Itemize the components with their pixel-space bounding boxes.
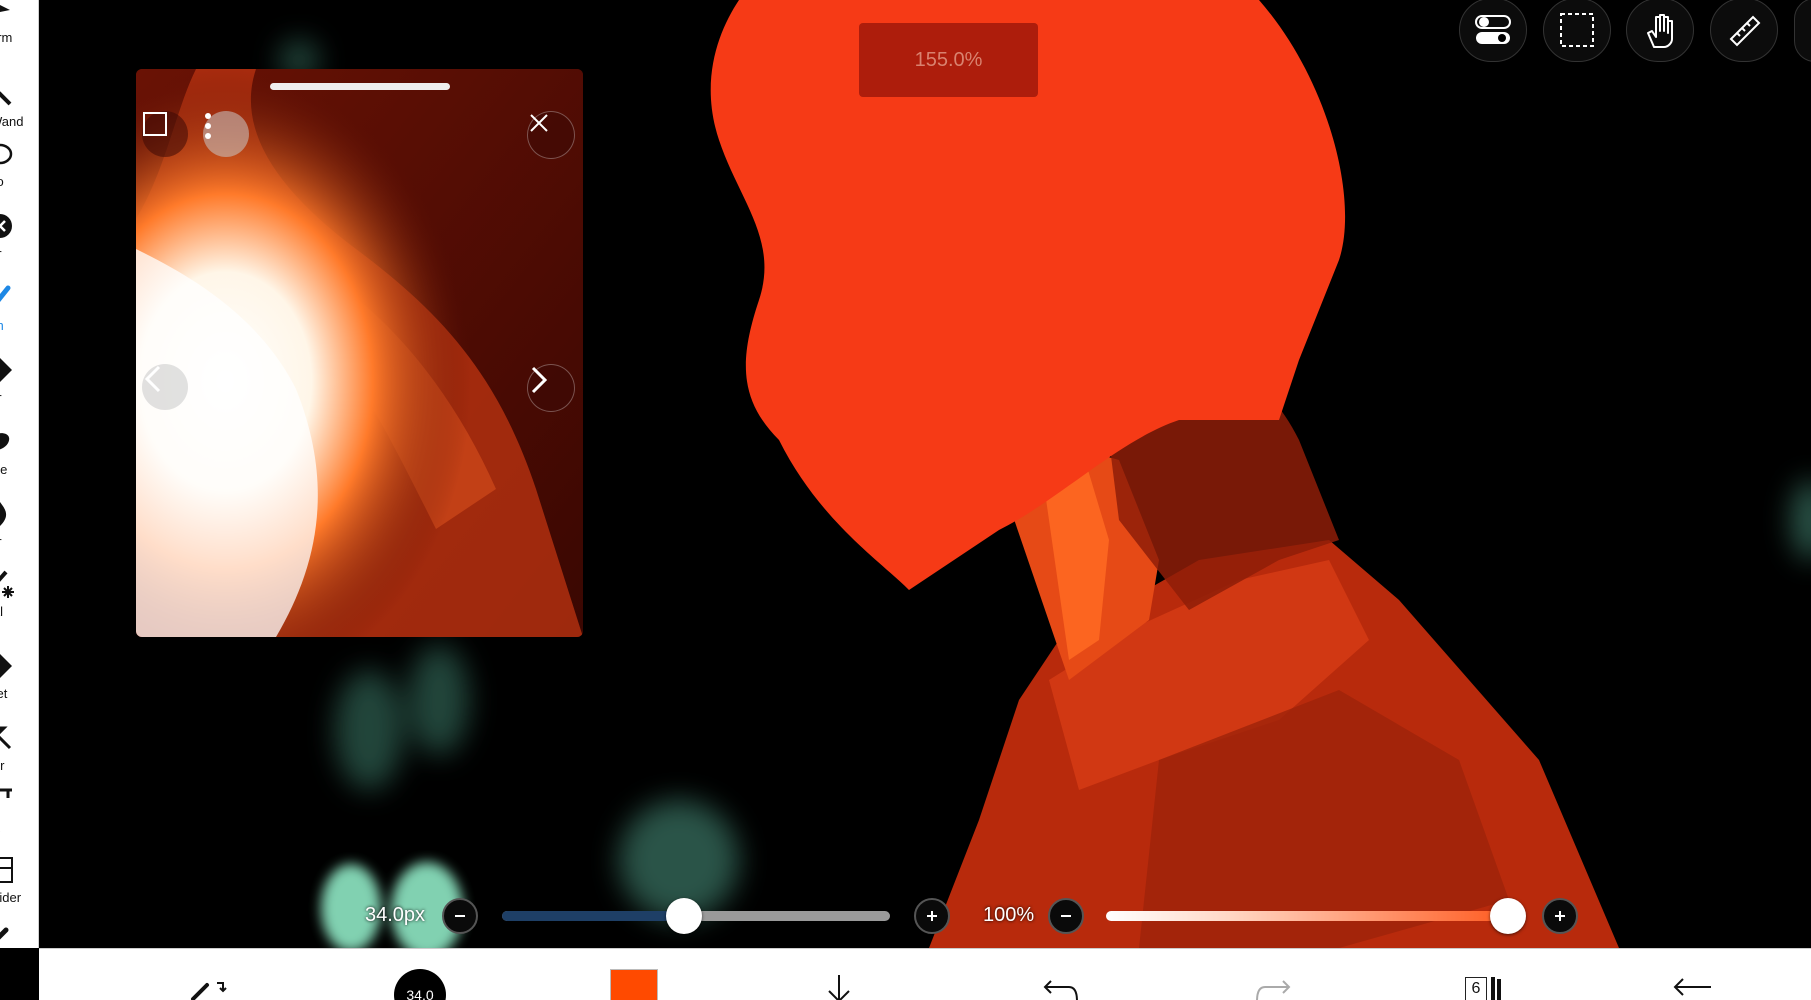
tool-eyedropper[interactable]: lor xyxy=(0,720,38,780)
reference-window[interactable] xyxy=(136,69,583,637)
hand-button[interactable] xyxy=(1626,0,1694,62)
brush-size-decrease-button[interactable] xyxy=(442,898,478,934)
frame-divider-icon xyxy=(0,857,13,883)
download-button[interactable] xyxy=(819,949,859,1000)
tool-eraser[interactable]: er xyxy=(0,352,38,412)
brush-size-button[interactable]: 34.0 xyxy=(392,949,448,1000)
brush-size-fill xyxy=(502,911,684,921)
tool-transform[interactable]: orm xyxy=(0,0,38,52)
redo-icon xyxy=(1256,980,1291,1000)
text-icon xyxy=(0,788,12,798)
selection-icon xyxy=(1560,13,1594,47)
tool-sidebar: orm Wand so er sh er lge ur xyxy=(0,0,39,948)
tool-label: ur xyxy=(0,534,38,549)
close-icon xyxy=(530,114,548,132)
brush-size-label: 34.0px xyxy=(365,904,426,926)
undo-icon xyxy=(1043,980,1078,1000)
undo-button[interactable] xyxy=(1039,949,1083,1000)
zoom-level: 155.0% xyxy=(914,48,983,71)
minus-icon xyxy=(1061,915,1071,917)
magic-wand-icon xyxy=(0,91,12,106)
tool-brush[interactable]: sh xyxy=(0,280,38,340)
opacity-label: 100% xyxy=(983,904,1035,926)
back-button[interactable] xyxy=(1669,949,1717,1000)
bucket-icon xyxy=(0,654,12,678)
transform-icon xyxy=(0,5,10,12)
fullscreen-button[interactable] xyxy=(142,111,188,157)
tool-lasso[interactable]: so xyxy=(0,136,38,196)
tool-bucket[interactable]: cet xyxy=(0,648,38,708)
smudge-icon xyxy=(0,433,10,450)
eyedropper-icon xyxy=(0,927,9,940)
lasso-icon xyxy=(0,143,13,165)
tool-label: orm xyxy=(0,30,13,45)
brush-size-icon: 34.0 xyxy=(394,969,446,1000)
bottom-toolbar: 34.0 6 xyxy=(39,948,1811,1000)
ruler-icon xyxy=(1729,15,1761,47)
back-icon xyxy=(1673,978,1711,996)
tool-label: er xyxy=(0,390,38,405)
download-icon xyxy=(828,975,850,1000)
tool-label: sh xyxy=(0,318,38,333)
zoom-indicator: 155.0% xyxy=(859,23,1038,97)
tool-blur[interactable]: ur xyxy=(0,496,38,556)
prev-icon xyxy=(144,365,161,393)
reference-menu-button[interactable] xyxy=(203,111,249,157)
tool-frame-divider[interactable]: ivider xyxy=(0,852,38,912)
redo-button[interactable] xyxy=(1251,949,1295,1000)
minus-icon xyxy=(455,915,465,917)
brush-swap-icon xyxy=(191,982,227,1000)
next-reference-button[interactable] xyxy=(527,364,575,412)
tool-label: lor xyxy=(0,758,5,773)
special-icon xyxy=(0,570,14,598)
toggle-icon xyxy=(1475,15,1511,44)
tool-label: er xyxy=(0,246,38,261)
opacity-decrease-button[interactable] xyxy=(1048,898,1084,934)
tool-text[interactable]: xt xyxy=(0,782,38,842)
tool-label: so xyxy=(0,174,38,189)
tool-label: cet xyxy=(0,686,8,701)
tool-eyedropper-2[interactable]: pper xyxy=(0,922,38,948)
eraser-icon xyxy=(0,358,12,382)
tool-smudge[interactable]: lge xyxy=(0,424,38,484)
tool-label: lge xyxy=(0,462,8,477)
tool-special[interactable]: ial xyxy=(0,566,38,626)
tool-label: ivider xyxy=(0,890,22,905)
opacity-increase-button[interactable] xyxy=(1542,898,1578,934)
more-icon xyxy=(205,113,211,139)
next-icon xyxy=(531,366,548,394)
reference-drag-handle[interactable] xyxy=(270,83,450,90)
tool-magic-wand[interactable]: Wand xyxy=(0,76,38,136)
ruler-button[interactable] xyxy=(1710,0,1778,62)
brush-icon xyxy=(0,285,11,303)
app-window: orm Wand so er sh er lge ur xyxy=(0,0,1811,1000)
plus-icon xyxy=(927,911,937,921)
tool-filter[interactable]: er xyxy=(0,208,38,268)
brush-swap-button[interactable] xyxy=(185,949,233,1000)
square-icon xyxy=(143,112,167,136)
brush-size-increase-button[interactable] xyxy=(914,898,950,934)
tool-label: xt xyxy=(0,820,38,835)
tool-label: Wand xyxy=(0,114,24,129)
eyedropper-icon xyxy=(0,726,12,750)
color-swatch[interactable] xyxy=(610,969,658,1000)
brush-size-preview: 34.0 xyxy=(406,987,434,1000)
previous-reference-button[interactable] xyxy=(142,364,188,410)
tool-label: ial xyxy=(0,604,4,619)
hand-icon xyxy=(1647,14,1673,48)
selection-button[interactable] xyxy=(1543,0,1611,62)
layer-count: 6 xyxy=(1465,977,1487,1000)
reference-image xyxy=(136,69,583,637)
toggle-button[interactable] xyxy=(1459,0,1527,62)
plus-icon xyxy=(1555,911,1565,921)
brush-size-thumb[interactable] xyxy=(666,898,702,934)
close-reference-button[interactable] xyxy=(527,111,575,159)
filter-icon xyxy=(0,214,12,238)
opacity-thumb[interactable] xyxy=(1490,898,1526,934)
blur-icon xyxy=(0,502,6,526)
opacity-track[interactable] xyxy=(1106,911,1512,921)
